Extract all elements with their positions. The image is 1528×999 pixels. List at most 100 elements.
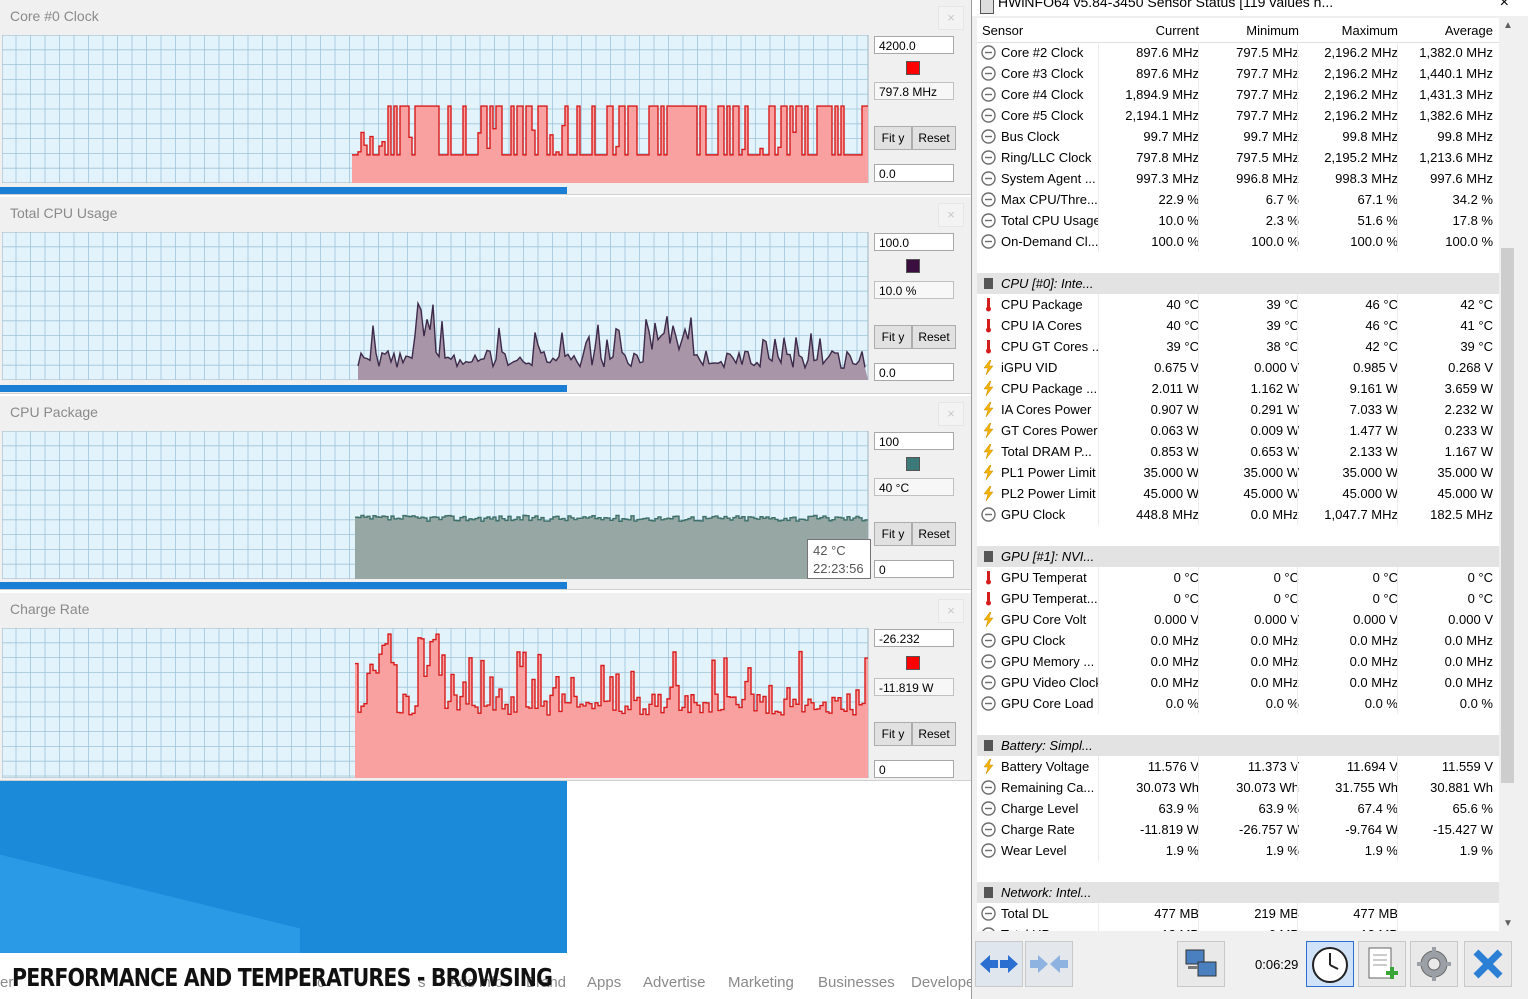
column-divider (1297, 588, 1298, 609)
sensor-row[interactable]: Core #3 Clock 897.6 MHz 797.7 MHz 2,196.2 M… (977, 63, 1499, 84)
sensor-row[interactable]: Remaining Ca... 30.073 Wh 30.073 Wh 31.755 … (977, 777, 1499, 798)
sensor-row[interactable]: Total CPU Usage 10.0 % 2.3 % 51.6 % 17.8 % (977, 210, 1499, 231)
fit-y-button[interactable]: Fit y (874, 522, 912, 546)
sensor-row[interactable]: CPU IA Cores 40 °C 39 °C 46 °C 41 °C (977, 315, 1499, 336)
sensor-current-value: 0.675 V (1154, 360, 1199, 375)
sensor-name: Bus Clock (1001, 129, 1060, 144)
color-swatch[interactable] (906, 656, 920, 670)
fit-y-button[interactable]: Fit y (874, 722, 912, 746)
scroll-up-icon[interactable]: ▲ (1503, 20, 1513, 31)
min-value-field[interactable]: 0 (874, 560, 954, 578)
sensor-group-header[interactable]: Network: Intel... (977, 882, 1499, 903)
sensor-row[interactable]: GPU Core Load 0.0 % 0.0 % 0.0 % 0.0 % (977, 693, 1499, 714)
sensor-row[interactable]: Max CPU/Thre... 22.9 % 6.7 % 67.1 % 34.2 % (977, 189, 1499, 210)
reset-button[interactable]: Reset (912, 325, 956, 349)
footer-link-developers[interactable]: Develope (911, 974, 974, 991)
sensor-row[interactable]: GPU Clock 0.0 MHz 0.0 MHz 0.0 MHz 0.0 MHz (977, 630, 1499, 651)
column-divider (1397, 903, 1398, 924)
expand-collapse-button[interactable] (975, 941, 1023, 987)
column-divider (1198, 609, 1199, 630)
sensor-average-value: 1.9 % (1459, 843, 1493, 858)
sensor-group-header[interactable]: CPU [#0]: Inte... (977, 273, 1499, 294)
sensor-row[interactable]: Charge Level 63.9 % 63.9 % 67.4 % 65.6 % (977, 798, 1499, 819)
close-sensors-button[interactable] (1464, 941, 1512, 987)
max-value-field[interactable]: -26.232 (874, 629, 954, 647)
min-value-field[interactable]: 0.0 (874, 164, 954, 182)
close-button[interactable]: × (938, 402, 964, 426)
scroll-down-icon[interactable]: ▼ (1503, 918, 1513, 929)
sensor-row[interactable]: IA Cores Power 0.907 W 0.291 W 7.033 W 2.232… (977, 399, 1499, 420)
sensor-row[interactable]: GPU Core Volt 0.000 V 0.000 V 0.000 V 0.000 … (977, 609, 1499, 630)
footer-link-businesses[interactable]: Businesses (818, 974, 895, 991)
footer-link-marketing[interactable]: Marketing (728, 974, 794, 991)
sensor-row[interactable]: GPU Clock 448.8 MHz 0.0 MHz 1,047.7 MHz 182.… (977, 504, 1499, 525)
thermometer-icon (981, 339, 996, 354)
sensor-row[interactable]: GPU Temperat 0 °C 0 °C 0 °C 0 °C (977, 567, 1499, 588)
window-close-icon[interactable]: × (1500, 0, 1509, 12)
close-button[interactable]: × (938, 599, 964, 623)
max-value-field[interactable]: 4200.0 (874, 36, 954, 54)
max-value-field[interactable]: 100.0 (874, 233, 954, 251)
reset-button[interactable]: Reset (912, 126, 956, 150)
sensor-average-value: 997.6 MHz (1430, 171, 1493, 186)
column-header-average[interactable]: Average (1445, 23, 1493, 38)
sensor-minimum-value: 0 °C (1273, 591, 1299, 606)
column-header-current[interactable]: Current (1156, 23, 1199, 38)
sensor-row[interactable]: Total DL 477 MB 219 MB 477 MB (977, 903, 1499, 924)
sensor-row[interactable]: GT Cores Power 0.063 W 0.009 W 1.477 W 0.233… (977, 420, 1499, 441)
sensor-row[interactable]: System Agent ... 997.3 MHz 996.8 MHz 998.3 … (977, 168, 1499, 189)
min-value-field[interactable]: 0.0 (874, 363, 954, 381)
color-swatch[interactable] (906, 457, 920, 471)
collapse-button[interactable] (1025, 941, 1073, 987)
scrollbar-thumb[interactable] (1501, 248, 1514, 783)
sensor-average-value: 39 °C (1460, 339, 1493, 354)
sensor-row[interactable]: On-Demand Cl... 100.0 % 100.0 % 100.0 % 100.… (977, 231, 1499, 252)
close-button[interactable]: × (938, 6, 964, 30)
column-divider (1297, 798, 1298, 819)
max-value-field[interactable]: 100 (874, 432, 954, 450)
reset-button[interactable]: Reset (912, 722, 956, 746)
sensor-row[interactable]: iGPU VID 0.675 V 0.000 V 0.985 V 0.268 V (977, 357, 1499, 378)
sensor-row[interactable]: Battery Voltage 11.576 V 11.373 V 11.694 V 1… (977, 756, 1499, 777)
sensor-row[interactable]: CPU Package ... 2.011 W 1.162 W 9.161 W 3.65… (977, 378, 1499, 399)
sensor-row[interactable]: GPU Temperat... 0 °C 0 °C 0 °C 0 °C (977, 588, 1499, 609)
sensor-row[interactable]: Core #5 Clock 2,194.1 MHz 797.7 MHz 2,196.2… (977, 105, 1499, 126)
sensor-row[interactable]: Core #2 Clock 897.6 MHz 797.5 MHz 2,196.2 M… (977, 42, 1499, 63)
min-value-field[interactable]: 0 (874, 760, 954, 778)
sensor-row[interactable]: GPU Memory ... 0.0 MHz 0.0 MHz 0.0 MHz 0.0 M… (977, 651, 1499, 672)
reset-button[interactable]: Reset (912, 522, 956, 546)
close-button[interactable]: × (938, 203, 964, 227)
sensor-row[interactable]: GPU Video Clock 0.0 MHz 0.0 MHz 0.0 MHz 0.0 … (977, 672, 1499, 693)
color-swatch[interactable] (906, 61, 920, 75)
sensor-row[interactable]: Total UP 13 MB 6 MB 13 MB (977, 924, 1499, 931)
logging-button[interactable] (1358, 941, 1406, 987)
thermometer-icon (981, 297, 996, 312)
sensor-row[interactable]: Wear Level 1.9 % 1.9 % 1.9 % 1.9 % (977, 840, 1499, 861)
sensor-row[interactable]: CPU GT Cores ... 39 °C 38 °C 42 °C 39 °C (977, 336, 1499, 357)
sensor-row[interactable]: Ring/LLC Clock 797.8 MHz 797.5 MHz 2,195.2 … (977, 147, 1499, 168)
sensor-row[interactable]: Charge Rate -11.819 W -26.757 W -9.764 W -15… (977, 819, 1499, 840)
fit-y-button[interactable]: Fit y (874, 325, 912, 349)
footer-link-advertise[interactable]: Advertise (643, 974, 706, 991)
sensor-row[interactable]: Core #4 Clock 1,894.9 MHz 797.7 MHz 2,196.2… (977, 84, 1499, 105)
sensor-group-header[interactable]: Battery: Simpl... (977, 735, 1499, 756)
sensor-row[interactable]: PL1 Power Limit 35.000 W 35.000 W 35.000 W 3… (977, 462, 1499, 483)
column-header-sensor[interactable]: Sensor (982, 23, 1023, 38)
fit-y-button[interactable]: Fit y (874, 126, 912, 150)
column-divider (1198, 924, 1199, 931)
sensor-row[interactable]: Bus Clock 99.7 MHz 99.7 MHz 99.8 MHz 99.8 MH… (977, 126, 1499, 147)
sensor-maximum-value: 0.000 V (1353, 612, 1398, 627)
vertical-scrollbar[interactable]: ▲ ▼ (1499, 18, 1516, 931)
network-button[interactable] (1177, 941, 1225, 987)
clock-reset-button[interactable] (1306, 941, 1354, 987)
column-divider (1397, 378, 1398, 399)
sensor-row[interactable]: CPU Package 40 °C 39 °C 46 °C 42 °C (977, 294, 1499, 315)
column-header-maximum[interactable]: Maximum (1342, 23, 1398, 38)
sensor-row[interactable]: Total DRAM P... 0.853 W 0.653 W 2.133 W 1.16… (977, 441, 1499, 462)
sensor-group-header[interactable]: GPU [#1]: NVI... (977, 546, 1499, 567)
column-header-minimum[interactable]: Minimum (1246, 23, 1299, 38)
sensor-row[interactable]: PL2 Power Limit 45.000 W 45.000 W 45.000 W 4… (977, 483, 1499, 504)
footer-link-apps[interactable]: Apps (587, 974, 621, 991)
settings-button[interactable] (1410, 941, 1458, 987)
color-swatch[interactable] (906, 259, 920, 273)
